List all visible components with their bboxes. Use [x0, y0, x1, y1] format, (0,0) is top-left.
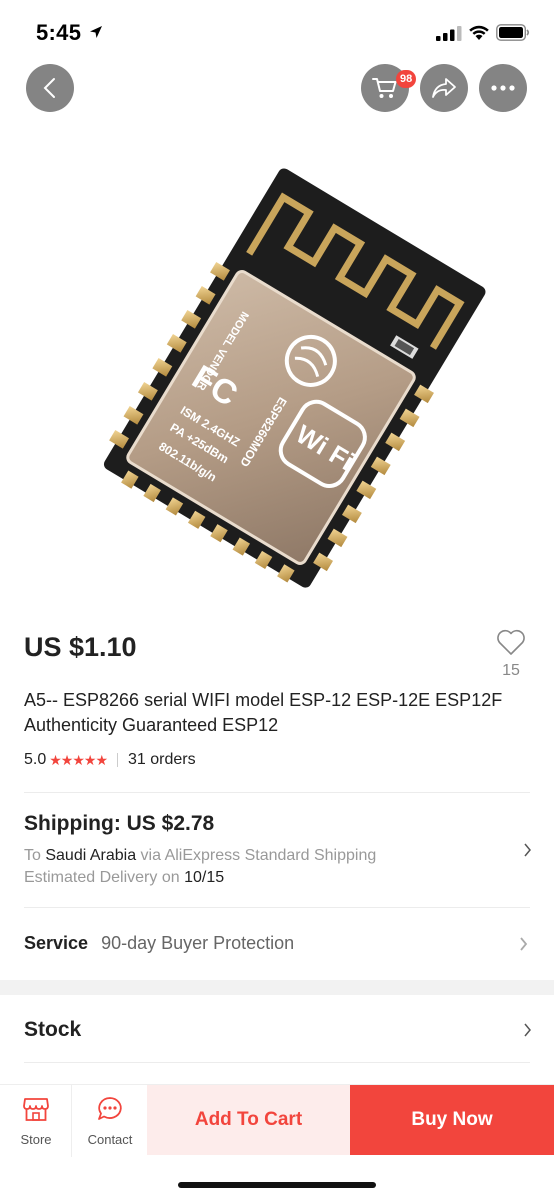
cart-icon [372, 78, 397, 98]
battery-icon [496, 24, 530, 41]
shipping-destination[interactable]: To Saudi Arabia via AliExpress Standard … [24, 847, 376, 865]
contact-button[interactable]: Contact [74, 1085, 146, 1157]
status-bar: 5:45 [0, 0, 554, 64]
product-title: A5-- ESP8266 serial WIFI model ESP-12 ES… [24, 690, 503, 735]
service-row[interactable]: Service 90-day Buyer Protection [24, 933, 294, 954]
location-arrow-icon [90, 26, 102, 38]
divider [24, 907, 530, 908]
store-icon [23, 1098, 49, 1121]
chevron-right-icon[interactable] [522, 842, 532, 858]
cart-badge: 98 [396, 70, 417, 88]
product-image[interactable]: MODEL VENDOR FC Wi Fi ESP8266MOD ISM 2.4… [0, 118, 554, 608]
shipping-title[interactable]: Shipping: US $2.78 [24, 812, 214, 836]
store-button[interactable]: Store [0, 1085, 72, 1157]
shipping-country: Saudi Arabia [45, 847, 137, 864]
store-label: Store [20, 1132, 52, 1147]
cellular-signal-icon [436, 26, 462, 41]
delivery-prefix: Estimated Delivery on [24, 869, 180, 886]
product-price: US $1.10 [24, 632, 137, 662]
more-icon [491, 85, 515, 91]
wifi-icon [469, 25, 489, 40]
home-indicator[interactable] [178, 1182, 376, 1188]
back-button[interactable] [26, 64, 74, 112]
shipping-to-prefix: To [24, 847, 41, 864]
divider [24, 1062, 530, 1063]
rating-divider [117, 753, 119, 767]
share-icon [432, 78, 456, 98]
rating-value: 5.0 [24, 751, 47, 768]
status-time: 5:45 [36, 20, 82, 45]
chevron-left-icon [43, 78, 55, 98]
chevron-right-icon[interactable] [522, 1022, 532, 1038]
contact-label: Contact [87, 1132, 133, 1147]
divider [24, 792, 530, 793]
section-gap [0, 980, 554, 995]
chat-icon [98, 1097, 122, 1120]
wishlist-count: 15 [502, 662, 520, 679]
add-to-cart-button[interactable]: Add To Cart [147, 1085, 350, 1155]
orders-count: 31 orders [128, 751, 196, 768]
heart-icon[interactable] [496, 628, 526, 656]
delivery-date: 10/15 [184, 869, 225, 886]
shipping-estimate: Estimated Delivery on 10/15 [24, 869, 224, 887]
bottom-action-bar: Store Contact Add To Cart Buy Now [0, 1084, 554, 1157]
shipping-method: via AliExpress Standard Shipping [140, 847, 377, 864]
buy-now-button[interactable]: Buy Now [350, 1085, 554, 1155]
service-label: Service [24, 933, 89, 953]
service-value: 90-day Buyer Protection [101, 933, 295, 953]
chevron-right-icon[interactable] [518, 936, 528, 952]
rating-row[interactable]: 5.0 ★★★★★ 31 orders [24, 750, 196, 770]
share-button[interactable] [420, 64, 468, 112]
rating-stars: ★★★★★ [49, 751, 108, 768]
stock-label[interactable]: Stock [24, 1018, 81, 1042]
more-button[interactable] [479, 64, 527, 112]
